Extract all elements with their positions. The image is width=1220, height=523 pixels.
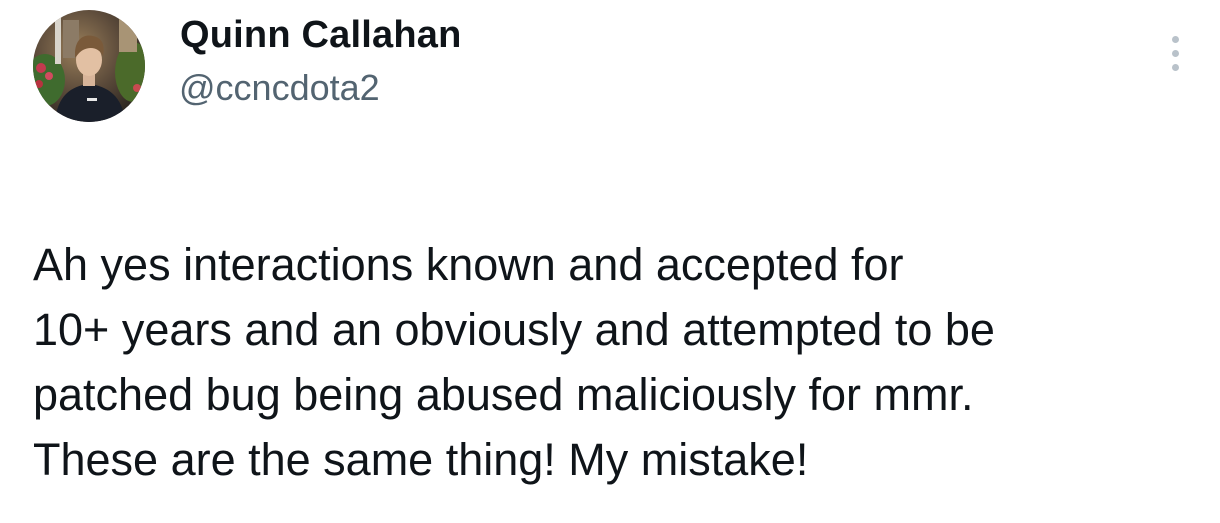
tweet-text-line: Ah yes interactions known and accepted f… <box>33 239 904 290</box>
tweet-text: Ah yes interactions known and accepted f… <box>33 232 1203 492</box>
avatar[interactable] <box>33 10 145 122</box>
tweet-text-line: These are the same thing! My mistake! <box>33 434 809 485</box>
author-display-name[interactable]: Quinn Callahan <box>180 12 462 58</box>
more-options-icon <box>1172 36 1179 43</box>
tweet-card: Quinn Callahan @ccncdota2 Ah yes interac… <box>0 0 1220 523</box>
more-options-icon-dot <box>1172 50 1179 57</box>
tweet-text-line: patched bug being abused maliciously for… <box>33 369 974 420</box>
tweet-text-line: 10+ years and an obviously and attempted… <box>33 304 995 355</box>
author-handle[interactable]: @ccncdota2 <box>179 66 380 110</box>
more-options-button[interactable] <box>1160 33 1190 77</box>
user-avatar-photo <box>33 10 145 122</box>
more-options-icon-dot <box>1172 64 1179 71</box>
